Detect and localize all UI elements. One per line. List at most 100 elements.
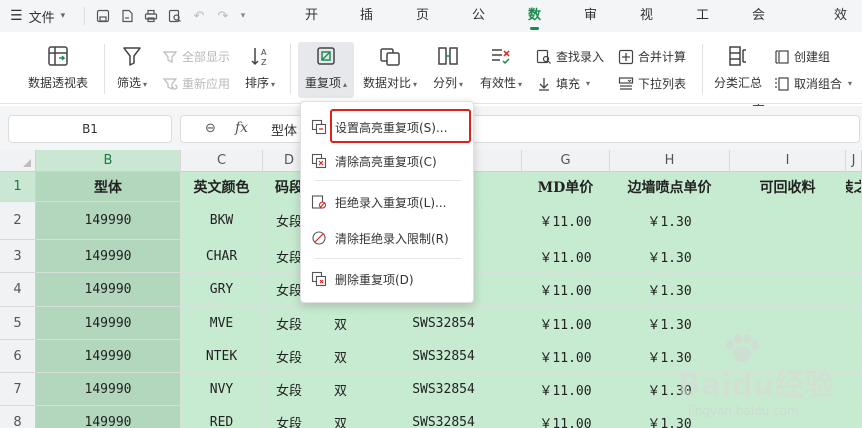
cell-i4[interactable]: [730, 273, 846, 307]
column-header-b[interactable]: B: [36, 150, 181, 172]
row-header-8[interactable]: 8: [0, 406, 36, 428]
validity-button[interactable]: 有效性 ▾: [474, 44, 528, 91]
tab-9[interactable]: 效率: [834, 0, 847, 55]
cell-g2[interactable]: ￥11.00: [522, 202, 610, 240]
save-icon[interactable]: [95, 8, 111, 24]
export-pdf-icon[interactable]: [119, 8, 135, 24]
cell-j2[interactable]: [846, 202, 862, 240]
cell-b8[interactable]: 149990: [36, 406, 181, 428]
create-group-button[interactable]: 创建组: [774, 48, 830, 65]
cell-b3[interactable]: 149990: [36, 240, 181, 273]
cell-c8[interactable]: RED: [181, 406, 263, 428]
cell-d7[interactable]: 女段: [263, 373, 316, 406]
column-header-i[interactable]: I: [730, 150, 846, 172]
cell-g7[interactable]: ￥11.00: [522, 373, 610, 406]
find-entry-button[interactable]: 查找录入: [536, 48, 604, 65]
tab-1[interactable]: 插入: [360, 0, 373, 55]
pivot-table-button[interactable]: 数据透视表: [24, 44, 92, 91]
redo-icon[interactable]: ↷: [215, 8, 231, 24]
cell-b5[interactable]: 149990: [36, 307, 181, 340]
cell-b7[interactable]: 149990: [36, 373, 181, 406]
menu-item-1[interactable]: 清除高亮重复项(C): [311, 149, 465, 173]
data-compare-button[interactable]: 数据对比 ▾: [358, 44, 422, 91]
cell-c7[interactable]: NVY: [181, 373, 263, 406]
split-column-button[interactable]: 分列 ▾: [428, 44, 468, 91]
cell-b4[interactable]: 149990: [36, 273, 181, 307]
row-header-3[interactable]: 3: [0, 240, 36, 273]
column-header-c[interactable]: C: [181, 150, 263, 172]
cell-c4[interactable]: GRY: [181, 273, 263, 307]
print-preview-icon[interactable]: [167, 8, 183, 24]
tab-8[interactable]: 会员专享: [752, 0, 765, 119]
print-icon[interactable]: [143, 8, 159, 24]
cell-g4[interactable]: ￥11.00: [522, 273, 610, 307]
cell-h3[interactable]: ￥1.30: [610, 240, 730, 273]
cell-i1[interactable]: 可回收料: [730, 172, 846, 202]
cell-d6[interactable]: 女段: [263, 340, 316, 373]
cell-e8[interactable]: 双: [316, 406, 366, 428]
chevron-down-icon[interactable]: ▾: [239, 8, 247, 24]
tab-2[interactable]: 页面: [416, 0, 429, 55]
column-header-g[interactable]: G: [522, 150, 610, 172]
cell-j3[interactable]: [846, 240, 862, 273]
cell-e5[interactable]: 双: [316, 307, 366, 340]
fill-button[interactable]: 填充 ▾: [536, 75, 590, 92]
name-box[interactable]: B1: [8, 115, 172, 143]
cell-f7[interactable]: SWS32854: [366, 373, 522, 406]
zoom-icon[interactable]: ⊖: [205, 121, 216, 136]
tab-0[interactable]: 开始: [305, 0, 318, 55]
cell-i2[interactable]: [730, 202, 846, 240]
reapply-button[interactable]: 重新应用: [162, 75, 230, 92]
cell-f6[interactable]: SWS32854: [366, 340, 522, 373]
cell-c5[interactable]: MVE: [181, 307, 263, 340]
row-header-7[interactable]: 7: [0, 373, 36, 406]
cell-c1[interactable]: 英文颜色: [181, 172, 263, 202]
cell-b1[interactable]: 型体: [36, 172, 181, 202]
cell-j1[interactable]: 装之: [846, 172, 862, 202]
cell-g3[interactable]: ￥11.00: [522, 240, 610, 273]
cell-g5[interactable]: ￥11.00: [522, 307, 610, 340]
cell-h1[interactable]: 边墙喷点单价: [610, 172, 730, 202]
cell-f5[interactable]: SWS32854: [366, 307, 522, 340]
row-header-2[interactable]: 2: [0, 202, 36, 240]
menu-item-3[interactable]: 清除拒绝录入限制(R): [311, 226, 465, 250]
cell-g1[interactable]: MD单价: [522, 172, 610, 202]
menu-item-4[interactable]: 删除重复项(D): [311, 267, 465, 291]
ungroup-button[interactable]: 取消组合 ▾: [774, 75, 852, 92]
consolidate-button[interactable]: 合并计算: [618, 48, 686, 65]
tab-4[interactable]: 数据: [528, 0, 541, 55]
cell-c3[interactable]: CHAR: [181, 240, 263, 273]
cell-i3[interactable]: [730, 240, 846, 273]
cell-g8[interactable]: ￥11.00: [522, 406, 610, 428]
cell-f8[interactable]: SWS32854: [366, 406, 522, 428]
show-all-button[interactable]: 全部显示: [162, 48, 230, 65]
duplicates-button[interactable]: 重复项 ▴: [300, 44, 352, 91]
column-header-h[interactable]: H: [610, 150, 730, 172]
file-menu[interactable]: ☰ 文件 ▾: [0, 7, 84, 26]
cell-d8[interactable]: 女段: [263, 406, 316, 428]
menu-item-2[interactable]: 拒绝录入重复项(L)...: [311, 190, 465, 214]
tab-6[interactable]: 视图: [640, 0, 653, 55]
tab-3[interactable]: 公式: [472, 0, 485, 55]
select-all-corner[interactable]: [0, 150, 36, 172]
column-header-j[interactable]: J: [846, 150, 862, 172]
cell-d5[interactable]: 女段: [263, 307, 316, 340]
tab-7[interactable]: 工具: [696, 0, 709, 55]
row-header-4[interactable]: 4: [0, 273, 36, 307]
row-header-5[interactable]: 5: [0, 307, 36, 340]
subtotal-button[interactable]: 分类汇总: [712, 44, 764, 91]
formula-input[interactable]: ⊖ fx 型体: [180, 115, 860, 143]
cell-b2[interactable]: 149990: [36, 202, 181, 240]
sort-button[interactable]: AZ 排序 ▾: [240, 44, 280, 91]
tab-5[interactable]: 审阅: [584, 0, 597, 55]
cell-e7[interactable]: 双: [316, 373, 366, 406]
fx-icon[interactable]: fx: [235, 120, 248, 136]
filter-button[interactable]: 筛选 ▾: [112, 44, 152, 91]
cell-c6[interactable]: NTEK: [181, 340, 263, 373]
cell-h2[interactable]: ￥1.30: [610, 202, 730, 240]
undo-icon[interactable]: ↶: [191, 8, 207, 24]
cell-c2[interactable]: BKW: [181, 202, 263, 240]
dropdown-list-button[interactable]: 下拉列表: [618, 75, 686, 92]
cell-j4[interactable]: [846, 273, 862, 307]
cell-h4[interactable]: ￥1.30: [610, 273, 730, 307]
